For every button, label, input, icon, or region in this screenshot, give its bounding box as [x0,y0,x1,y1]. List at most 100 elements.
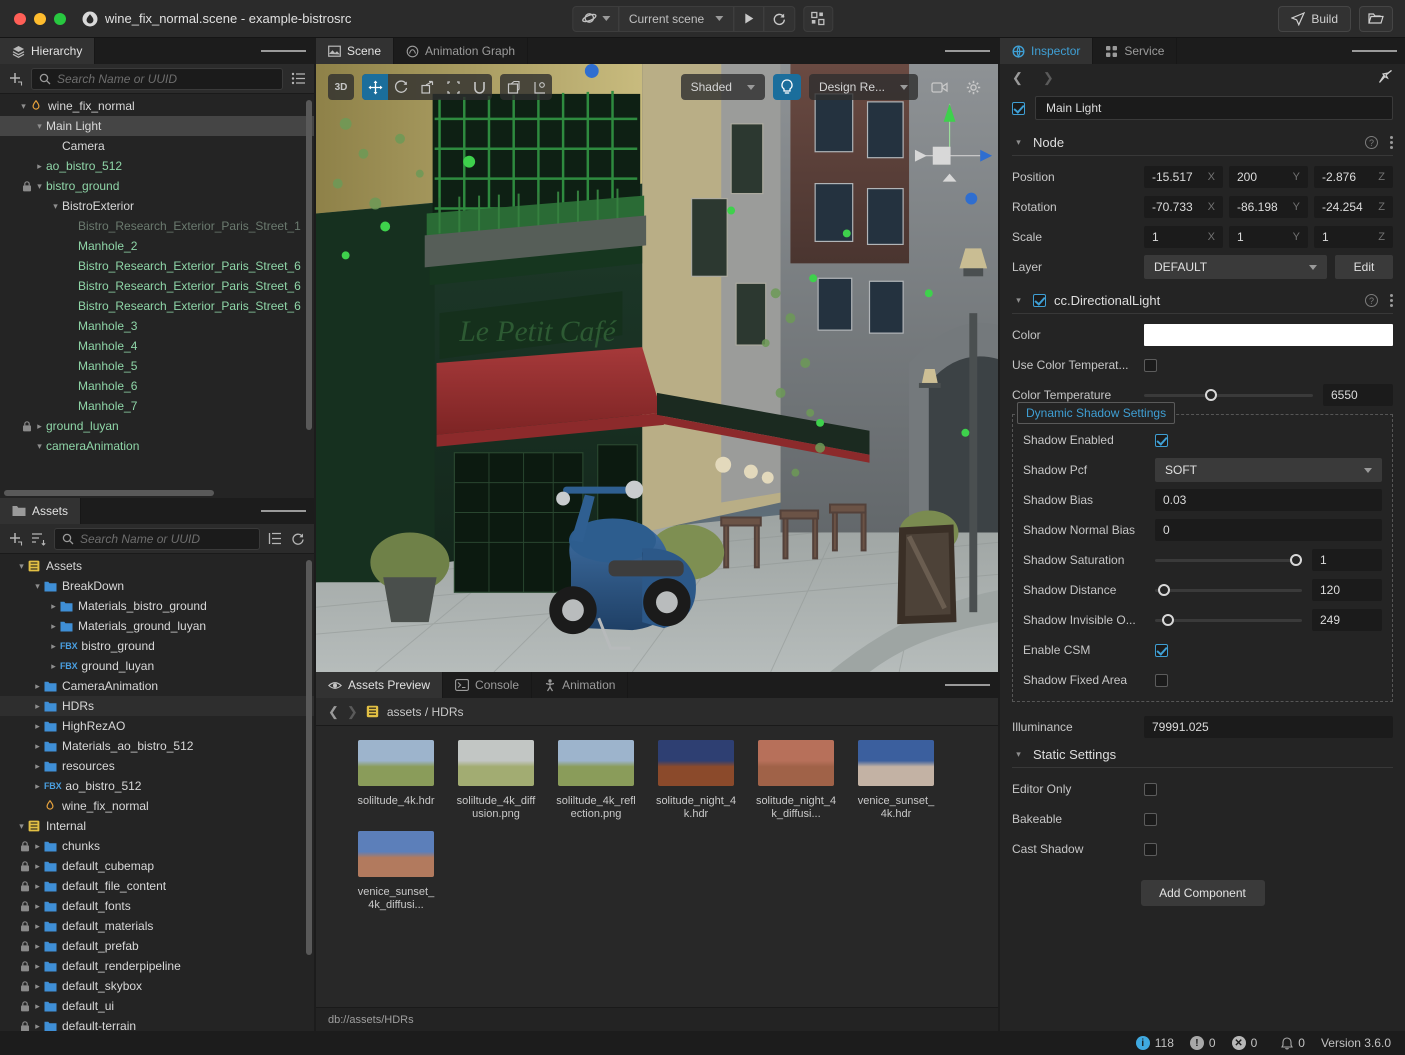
chevron-right-icon[interactable]: ▸ [31,761,44,772]
chevron-right-icon[interactable]: ▸ [31,921,44,932]
rotation-z-field[interactable]: -24.254 Z [1314,196,1393,218]
tab-inspector[interactable]: Inspector [1000,38,1094,64]
scene-lighting-toggle[interactable] [772,74,801,100]
node-more-menu-icon[interactable] [1390,136,1393,149]
chevron-right-icon[interactable]: ▸ [33,161,46,172]
component-more-menu-icon[interactable] [1390,294,1393,307]
assets-row[interactable]: ▸ default_prefab [0,936,314,956]
scale-y-field[interactable]: 1Y [1229,226,1308,248]
chevron-right-icon[interactable]: ▸ [31,861,44,872]
scale-x-field[interactable]: 1X [1144,226,1223,248]
chevron-down-icon[interactable]: ▾ [31,581,44,592]
assets-row[interactable]: ▸ HighRezAO [0,716,314,736]
assets-view-toggle-icon[interactable] [267,531,283,547]
hierarchy-row[interactable]: ▾ bistro_ground [0,176,314,196]
shadow-enabled-checkbox[interactable] [1155,433,1168,447]
node-section-header[interactable]: ▾ Node ? [1012,130,1393,156]
add-node-icon[interactable] [8,71,24,87]
shadow-distance-slider[interactable] [1155,579,1302,601]
chevron-right-icon[interactable]: ▸ [31,841,44,852]
back-button[interactable]: ❮ [328,704,339,720]
assets-row[interactable]: ▸ FBX ground_luyan [0,656,314,676]
rotate-tool-icon[interactable] [388,74,414,100]
camera-icon[interactable] [926,74,952,100]
assets-row[interactable]: ▸ chunks [0,836,314,856]
chevron-right-icon[interactable]: ▸ [31,721,44,732]
hierarchy-menu-button[interactable] [261,38,306,64]
chevron-right-icon[interactable]: ▸ [31,941,44,952]
bakeable-checkbox[interactable] [1144,812,1157,826]
shadow-saturation-slider[interactable] [1155,549,1303,571]
hierarchy-search-input[interactable]: Search Name or UUID [31,67,283,90]
forward-button[interactable]: ❯ [347,704,358,720]
chevron-right-icon[interactable]: ▸ [31,961,44,972]
tab-assets[interactable]: Assets [0,498,82,524]
inspector-forward-button[interactable]: ❯ [1043,70,1054,86]
tab-animation-graph[interactable]: Animation Graph [394,38,529,64]
cast-shadow-checkbox[interactable] [1144,842,1157,856]
asset-item[interactable]: solitude_night_4k_diffusi... [756,740,836,821]
shading-mode-dropdown[interactable]: Shaded [680,74,765,100]
shadow-invisible-field[interactable]: 249 [1312,609,1382,631]
chevron-right-icon[interactable]: ▸ [31,1001,44,1012]
scale-tool-icon[interactable] [414,74,440,100]
chevron-down-icon[interactable]: ▾ [33,441,46,452]
chevron-right-icon[interactable]: ▸ [31,701,44,712]
shadow-saturation-field[interactable]: 1 [1312,549,1382,571]
status-warning[interactable]: ! 0 [1189,1036,1216,1050]
hierarchy-row[interactable]: ▾ wine_fix_normal [0,96,314,116]
pin-icon[interactable] [1378,69,1393,87]
chevron-right-icon[interactable]: ▸ [31,1021,44,1032]
add-asset-icon[interactable] [8,531,24,547]
preview-device-group[interactable]: Current scene [571,5,796,32]
move-tool-icon[interactable] [362,74,388,100]
chevron-down-icon[interactable]: ▾ [15,821,28,832]
chevron-right-icon[interactable]: ▸ [31,981,44,992]
chevron-right-icon[interactable]: ▸ [31,901,44,912]
assets-refresh-icon[interactable] [290,531,306,547]
local-pivot-icon[interactable] [500,74,526,100]
asset-item[interactable]: solitude_night_4k.hdr [656,740,736,821]
assets-tree[interactable]: ▾ Assets ▾ BreakDown ▸ Materials_bistro_groun… [0,554,314,1031]
scene-menu-button[interactable] [945,38,990,64]
assets-row[interactable]: ▸ HDRs [0,696,314,716]
rotation-x-field[interactable]: -70.733 X [1144,196,1223,218]
chevron-down-icon[interactable]: ▾ [33,181,46,192]
hierarchy-row[interactable]: Manhole_2 [0,236,314,256]
add-component-button[interactable]: Add Component [1140,880,1265,906]
magnet-tool-icon[interactable] [466,74,492,100]
hierarchy-row[interactable]: ▾ BistroExterior [0,196,314,216]
assets-search-input[interactable]: Search Name or UUID [54,527,260,550]
use-color-temperature-checkbox[interactable] [1144,358,1157,372]
rect-tool-icon[interactable] [440,74,466,100]
assets-row[interactable]: wine_fix_normal [0,796,314,816]
chevron-right-icon[interactable]: ▸ [33,421,46,432]
assets-row[interactable]: ▸ default_fonts [0,896,314,916]
pivot-tools-group[interactable] [500,74,552,100]
assets-row[interactable]: ▸ Materials_ground_luyan [0,616,314,636]
chevron-down-icon[interactable]: ▾ [17,101,30,112]
asset-item[interactable]: soliltude_4k_diffusion.png [456,740,536,821]
close-window-button[interactable] [14,12,26,25]
asset-item[interactable]: venice_sunset_4k_diffusi... [356,831,436,912]
scene-viewport[interactable]: Le Petit Café 3D Shaded Design Re... [316,64,998,672]
transform-tools-group[interactable] [362,74,492,100]
viewport-mode-group[interactable]: 3D [328,74,354,100]
chevron-right-icon[interactable]: ▸ [47,661,60,672]
shadow-pcf-select[interactable]: SOFT [1155,458,1382,482]
shadow-bias-field[interactable]: 0.03 [1155,489,1382,511]
asset-grid[interactable]: soliltude_4k.hdr soliltude_4k_diffusion.p… [316,726,998,1007]
help-icon[interactable]: ? [1365,136,1378,149]
chevron-right-icon[interactable]: ▸ [31,741,44,752]
chevron-right-icon[interactable]: ▸ [31,781,44,792]
status-info[interactable]: i 118 [1135,1036,1174,1050]
window-controls[interactable] [14,12,66,25]
hierarchy-row[interactable]: Bistro_Research_Exterior_Paris_Street_1 [0,216,314,236]
device-preview-button[interactable] [803,5,834,32]
chevron-right-icon[interactable]: ▸ [31,881,44,892]
hierarchy-vscrollbar[interactable] [306,100,312,430]
assets-row[interactable]: ▸ default_cubemap [0,856,314,876]
chevron-down-icon[interactable]: ▾ [33,121,46,132]
preview-menu-button[interactable] [945,672,990,698]
assets-row[interactable]: ▸ default_skybox [0,976,314,996]
